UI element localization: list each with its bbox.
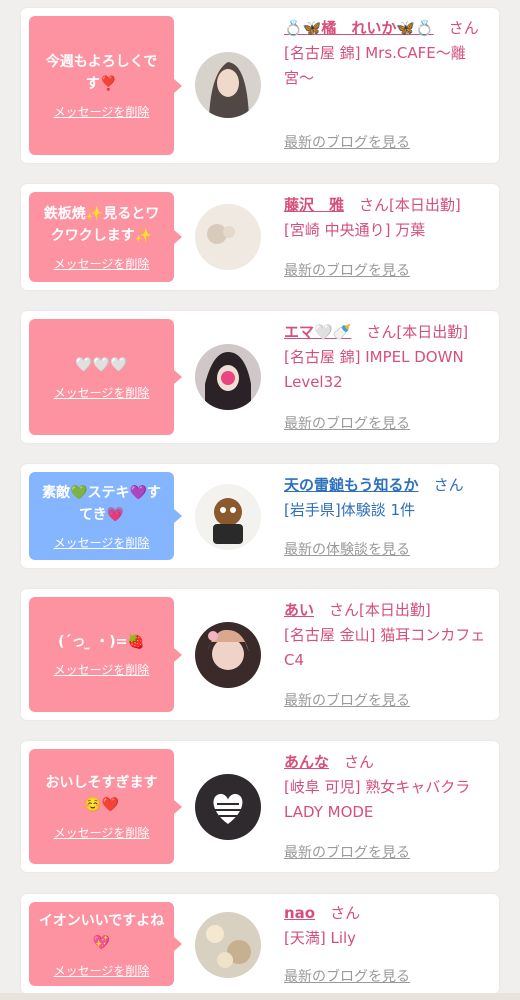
message-bubble: (´っ ̫ ・)=🍓 メッセージを削除 [29, 597, 182, 712]
avatar[interactable] [195, 912, 261, 978]
message-card: (´っ ̫ ・)=🍓 メッセージを削除 あい さん[本日出勤] [名古屋 金山]… [21, 589, 499, 720]
delete-message-link[interactable]: メッセージを削除 [54, 534, 150, 551]
profile-info: 藤沢 雅 さん[本日出勤] [宮崎 中央通り] 万葉 [284, 193, 494, 243]
profile-name-link[interactable]: エマ🤍🍼 [284, 323, 351, 341]
message-card: 鉄板焼✨見るとワクワクします✨ メッセージを削除 藤沢 雅 さん[本日出勤] [… [21, 184, 499, 290]
avatar[interactable] [195, 622, 261, 688]
shop-label: [宮崎 中央通り] 万葉 [284, 221, 426, 239]
honorific: さん [329, 601, 360, 619]
profile-name-link[interactable]: あい [284, 601, 314, 619]
delete-message-link[interactable]: メッセージを削除 [54, 384, 150, 401]
shop-label: [岐阜 可児] 熟女キャバクラ LADY MODE [284, 778, 471, 821]
latest-blog-link[interactable]: 最新のブログを見る [284, 690, 410, 710]
shop-label: [名古屋 錦] IMPEL DOWN Level32 [284, 348, 464, 391]
shop-label: [名古屋 金山] 猫耳コンカフェ C4 [284, 626, 486, 669]
delete-message-link[interactable]: メッセージを削除 [54, 962, 150, 979]
message-card: 素敵💚ステキ💜すてき💗 メッセージを削除 天の雷鎚もう知るか さん [岩手県]体… [21, 464, 499, 568]
avatar[interactable] [195, 344, 261, 410]
profile-name-link[interactable]: 天の雷鎚もう知るか [284, 476, 419, 494]
profile-info: nao さん [天満] Lily [284, 901, 494, 951]
profile-info: エマ🤍🍼 さん[本日出勤] [名古屋 錦] IMPEL DOWN Level32 [284, 320, 494, 395]
latest-blog-link[interactable]: 最新のブログを見る [284, 966, 410, 986]
message-text: 🤍🤍🤍 [75, 356, 128, 373]
honorific: さん [359, 196, 390, 214]
profile-name-link[interactable]: あんな [284, 753, 329, 771]
profile-info: 天の雷鎚もう知るか さん [岩手県]体験談 1件 [284, 473, 494, 523]
message-card: 🤍🤍🤍 メッセージを削除 エマ🤍🍼 さん[本日出勤] [名古屋 錦] IMPEL… [21, 311, 499, 443]
message-text: 今週もよろしくです❣️ [45, 54, 158, 92]
profile-name-link[interactable]: 💍🦋橘 れいか🦋💍 [284, 19, 434, 37]
honorific: さん [433, 476, 464, 494]
latest-blog-link[interactable]: 最新のブログを見る [284, 842, 410, 862]
message-text: 鉄板焼✨見るとワクワクします✨ [43, 205, 160, 244]
delete-message-link[interactable]: メッセージを削除 [54, 824, 150, 841]
message-bubble: イオンいいですよね💖 メッセージを削除 [29, 902, 182, 986]
profile-name-link[interactable]: nao [284, 904, 315, 922]
profile-name-link[interactable]: 藤沢 雅 [284, 196, 344, 214]
avatar[interactable] [195, 774, 261, 840]
message-card: おいしそすぎます☺️❤️ メッセージを削除 あんな さん [岐阜 可児] 熟女キ… [21, 741, 499, 872]
delete-message-link[interactable]: メッセージを削除 [54, 255, 150, 272]
message-bubble: 🤍🤍🤍 メッセージを削除 [29, 319, 182, 435]
status-label: [本日出勤] [359, 601, 431, 619]
profile-info: あい さん[本日出勤] [名古屋 金山] 猫耳コンカフェ C4 [284, 598, 494, 673]
message-card: イオンいいですよね💖 メッセージを削除 nao さん [天満] Lily 最新の… [21, 894, 499, 994]
message-bubble: 鉄板焼✨見るとワクワクします✨ メッセージを削除 [29, 192, 182, 282]
avatar[interactable] [195, 52, 261, 118]
message-text: 素敵💚ステキ💜すてき💗 [42, 484, 161, 523]
message-text: おいしそすぎます☺️❤️ [45, 775, 158, 813]
status-label: [本日出勤] [389, 196, 461, 214]
shop-label: [天満] Lily [284, 929, 357, 947]
delete-message-link[interactable]: メッセージを削除 [54, 103, 150, 120]
message-card: 今週もよろしくです❣️ メッセージを削除 💍🦋橘 れいか🦋💍 さん [名古屋 錦… [21, 8, 499, 163]
avatar[interactable] [195, 204, 261, 270]
latest-review-link[interactable]: 最新の体験談を見る [284, 539, 410, 559]
latest-blog-link[interactable]: 最新のブログを見る [284, 260, 410, 280]
review-count-label: [岩手県]体験談 1件 [284, 501, 416, 519]
profile-info: あんな さん [岐阜 可児] 熟女キャバクラ LADY MODE [284, 750, 494, 825]
latest-blog-link[interactable]: 最新のブログを見る [284, 132, 410, 152]
honorific: さん [344, 753, 375, 771]
bottom-edge [0, 993, 520, 1000]
profile-info: 💍🦋橘 れいか🦋💍 さん [名古屋 錦] Mrs.CAFE〜離宮〜 [284, 16, 494, 91]
honorific: さん [330, 904, 361, 922]
message-bubble: おいしそすぎます☺️❤️ メッセージを削除 [29, 749, 182, 864]
latest-blog-link[interactable]: 最新のブログを見る [284, 413, 410, 433]
message-bubble: 素敵💚ステキ💜すてき💗 メッセージを削除 [29, 472, 182, 560]
avatar[interactable] [195, 484, 261, 550]
message-text: イオンいいですよね💖 [38, 912, 165, 951]
honorific: さん [366, 323, 397, 341]
status-label: [本日出勤] [396, 323, 469, 341]
honorific: さん [448, 19, 479, 37]
delete-message-link[interactable]: メッセージを削除 [54, 661, 150, 678]
shop-label: [名古屋 錦] Mrs.CAFE〜離宮〜 [284, 44, 466, 87]
message-bubble: 今週もよろしくです❣️ メッセージを削除 [29, 16, 182, 155]
message-text: (´っ ̫ ・)=🍓 [58, 634, 145, 650]
